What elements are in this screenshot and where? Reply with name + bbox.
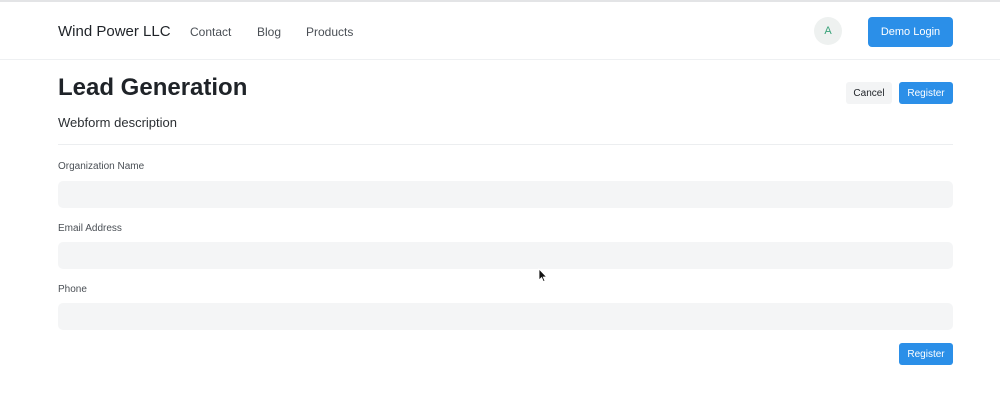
header-divider <box>58 144 953 145</box>
email-address-input[interactable] <box>58 242 953 269</box>
page-title: Lead Generation <box>58 74 248 101</box>
register-button-bottom[interactable]: Register <box>899 343 953 365</box>
cancel-button[interactable]: Cancel <box>846 82 892 104</box>
organization-name-input[interactable] <box>58 181 953 208</box>
email-address-label: Email Address <box>58 223 122 234</box>
demo-login-button[interactable]: Demo Login <box>868 17 953 47</box>
organization-name-label: Organization Name <box>58 161 145 172</box>
nav-link-products[interactable]: Products <box>306 25 353 39</box>
user-avatar[interactable]: A <box>814 17 842 45</box>
top-navbar: Wind Power LLC Contact Blog Products A D… <box>0 2 1000 60</box>
register-button-top[interactable]: Register <box>899 82 953 104</box>
phone-label: Phone <box>58 284 87 295</box>
brand-link[interactable]: Wind Power LLC <box>58 23 171 40</box>
form-description: Webform description <box>58 115 177 130</box>
phone-input[interactable] <box>58 303 953 330</box>
mouse-pointer-icon <box>538 268 548 283</box>
nav-link-contact[interactable]: Contact <box>190 25 231 39</box>
nav-link-blog[interactable]: Blog <box>257 25 281 39</box>
